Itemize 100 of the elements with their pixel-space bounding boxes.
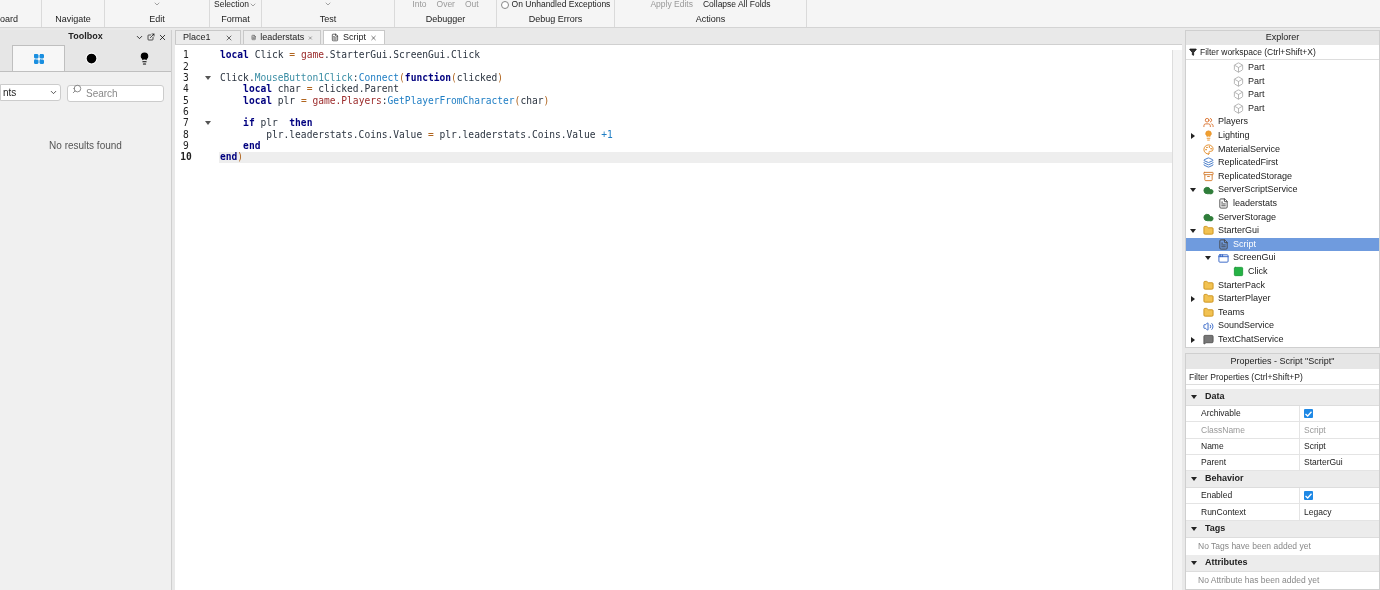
palette-icon [1203, 143, 1214, 155]
undock-icon[interactable] [147, 33, 155, 41]
property-value[interactable]: StarterGui [1304, 456, 1343, 469]
expanded-arrow-icon[interactable] [1190, 227, 1196, 234]
tree-item[interactable]: Part [1186, 61, 1379, 75]
tree-item-label: StarterPlayer [1218, 292, 1271, 306]
selection-dropdown[interactable]: Selection [214, 0, 257, 9]
expanded-arrow-icon[interactable] [1191, 476, 1197, 483]
expanded-arrow-icon[interactable] [1205, 255, 1211, 262]
code-line: local Click = game.StarterGui.ScreenGui.Click [219, 50, 481, 62]
tab-label: leaderstats [260, 30, 305, 44]
check-icon [1305, 492, 1312, 499]
ribbon-group-label: Edit [148, 13, 166, 26]
expanded-arrow-icon[interactable] [1191, 559, 1197, 566]
tree-item[interactable]: leaderstats [1186, 196, 1379, 211]
line-number: 2 [182, 59, 190, 73]
radio-button[interactable] [500, 0, 509, 9]
checkbox[interactable] [1304, 491, 1313, 501]
fold-arrow-icon[interactable] [205, 120, 211, 126]
line-number: 4 [182, 82, 190, 96]
script-icon [1218, 198, 1229, 210]
empty-message: No results found [48, 139, 123, 153]
section-header[interactable]: Attributes [1186, 554, 1379, 572]
tree-item-label: Players [1218, 115, 1248, 129]
section-header[interactable]: Data [1186, 389, 1379, 406]
tree-item-label: ReplicatedFirst [1218, 156, 1279, 170]
expanded-arrow-icon[interactable] [1191, 525, 1197, 532]
script-icon [251, 33, 257, 42]
code-line: local plr = game.Players:GetPlayerFromCharacter(char) [242, 95, 551, 107]
property-name: ClassName [1186, 422, 1300, 438]
editor-tab[interactable]: Place1 [175, 30, 241, 44]
folder-icon [1203, 279, 1214, 291]
window-icon [1218, 252, 1229, 264]
tree-item-label: Part [1248, 101, 1265, 115]
tree-item-label: SoundService [1218, 319, 1275, 333]
tree-item[interactable]: ServerScriptService [1186, 183, 1379, 197]
tree-item[interactable]: StarterGui [1186, 224, 1379, 238]
section-header[interactable]: Behavior [1186, 471, 1379, 489]
tab-label: Place1 [183, 30, 211, 44]
line-number: 10 [179, 150, 193, 165]
tree-item[interactable]: Players [1186, 115, 1379, 129]
ribbon-button[interactable]: Collapse All Folds [703, 0, 771, 9]
search-field[interactable]: Search [67, 85, 164, 102]
line-number: 9 [182, 138, 190, 152]
filter-field[interactable]: Filter workspace (Ctrl+Shift+X) [1200, 45, 1379, 59]
line-number: 6 [182, 104, 190, 118]
cube-icon [1233, 75, 1244, 87]
tree-item[interactable]: ReplicatedStorage [1186, 169, 1379, 184]
tree-item-label: Part [1248, 74, 1265, 88]
tree-item[interactable]: TextChatService [1186, 332, 1379, 347]
tree-item[interactable]: MaterialService [1186, 142, 1379, 157]
section-title: Data [1205, 390, 1225, 404]
script-icon [331, 33, 339, 42]
tree-item-label: ServerStorage [1218, 210, 1277, 224]
tree-item-label: ReplicatedStorage [1218, 169, 1293, 183]
tree-item[interactable]: SoundService [1186, 319, 1379, 333]
category-dropdown[interactable]: nts [0, 83, 61, 101]
property-name: Parent [1186, 454, 1300, 471]
collapsed-arrow-icon[interactable] [1190, 336, 1196, 343]
property-value[interactable]: Script [1304, 439, 1326, 453]
speaker-icon [1203, 320, 1214, 332]
cloud-icon [1203, 211, 1214, 223]
expanded-arrow-icon[interactable] [1190, 187, 1196, 194]
box-icon [1203, 171, 1214, 183]
property-name: Enabled [1186, 488, 1300, 504]
clock-icon [85, 51, 98, 65]
filter-field[interactable]: Filter Properties (Ctrl+Shift+P) [1186, 369, 1379, 385]
tree-item[interactable]: ServerStorage [1186, 210, 1379, 225]
code-line: Click.MouseButton1Click:Connect(function(clicked) [219, 72, 505, 84]
checkbox[interactable] [1304, 409, 1313, 419]
property-value[interactable]: Legacy [1304, 505, 1332, 519]
close-icon[interactable] [225, 33, 233, 42]
editor-tab[interactable]: leaderstats [243, 30, 321, 44]
tree-item[interactable]: StarterPack [1186, 278, 1379, 293]
tab-label: Script [342, 30, 366, 44]
property-name: RunContext [1186, 504, 1300, 520]
folder-icon [1203, 225, 1214, 237]
tree-item[interactable]: Lighting [1186, 128, 1379, 143]
tree-item[interactable]: ReplicatedFirst [1186, 156, 1379, 170]
tree-item[interactable]: Part [1186, 101, 1379, 116]
fold-arrow-icon[interactable] [205, 75, 211, 81]
code-line: if plr then [242, 117, 314, 130]
tree-item[interactable]: StarterPlayer [1186, 292, 1379, 306]
tree-item[interactable]: Teams [1186, 305, 1379, 320]
scrollbar[interactable] [1172, 50, 1182, 590]
collapsed-arrow-icon[interactable] [1190, 295, 1196, 302]
close-icon[interactable] [158, 32, 167, 42]
tree-item-label: leaderstats [1233, 197, 1278, 210]
tree-item-label: Lighting [1218, 129, 1250, 142]
ribbon-group-label: Format [220, 13, 251, 26]
tree-item[interactable]: Part [1186, 74, 1379, 89]
expanded-arrow-icon[interactable] [1191, 394, 1197, 400]
tree-item[interactable]: ScreenGui [1186, 251, 1379, 265]
collapsed-arrow-icon[interactable] [1190, 132, 1196, 139]
line-number: 3 [182, 71, 190, 84]
editor-tab[interactable]: Script [323, 30, 385, 44]
line-number: 8 [182, 127, 190, 141]
ribbon-group-label: Actions [694, 13, 727, 26]
tree-item[interactable]: Part [1186, 88, 1379, 102]
tree-item[interactable]: Click [1186, 264, 1379, 279]
